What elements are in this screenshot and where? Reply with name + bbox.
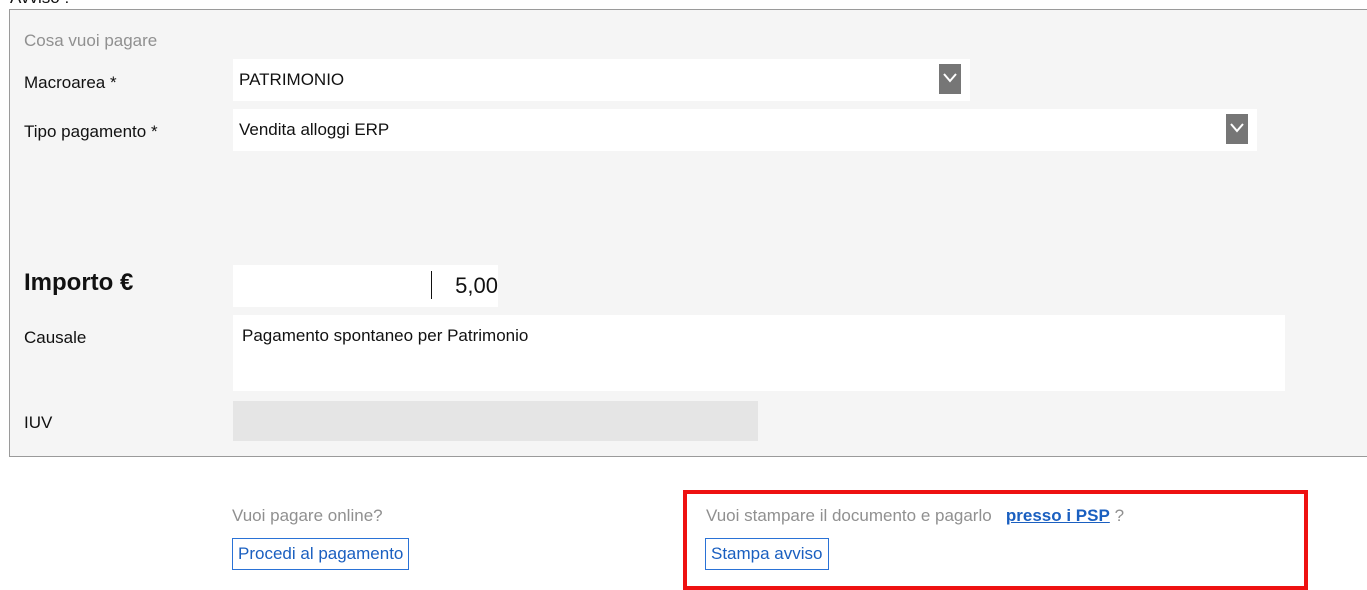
macroarea-selected-value: PATRIMONIO <box>239 70 345 89</box>
macroarea-select[interactable]: PATRIMONIO <box>233 59 970 101</box>
tipo-pagamento-selected-value: Vendita alloggi ERP <box>239 120 390 139</box>
chevron-down-icon[interactable] <box>939 64 961 94</box>
causale-value: Pagamento spontaneo per Patrimonio <box>242 326 529 345</box>
procedi-al-pagamento-button[interactable]: Procedi al pagamento <box>232 538 410 570</box>
causale-textarea[interactable]: Pagamento spontaneo per Patrimonio <box>233 315 1285 391</box>
chevron-down-icon[interactable] <box>1226 114 1248 144</box>
text-cursor <box>431 271 432 299</box>
importo-input[interactable]: 5,00 <box>233 265 498 307</box>
section-title: Cosa vuoi pagare <box>24 31 158 50</box>
highlight-annotation <box>683 490 1308 590</box>
macroarea-label: Macroarea * <box>24 73 117 92</box>
payment-form-panel: Cosa vuoi pagare Macroarea * PATRIMONIO … <box>9 9 1367 457</box>
causale-label: Causale <box>24 328 87 347</box>
avviso-heading: Avviso : <box>10 0 69 8</box>
online-payment-question: Vuoi pagare online? <box>232 506 383 525</box>
importo-label: Importo € <box>24 269 134 296</box>
tipo-pagamento-select[interactable]: Vendita alloggi ERP <box>233 109 1257 151</box>
iuv-label: IUV <box>24 413 53 432</box>
iuv-field <box>233 401 758 441</box>
importo-value: 5,00 <box>455 273 498 298</box>
tipo-pagamento-label: Tipo pagamento * <box>24 122 158 141</box>
